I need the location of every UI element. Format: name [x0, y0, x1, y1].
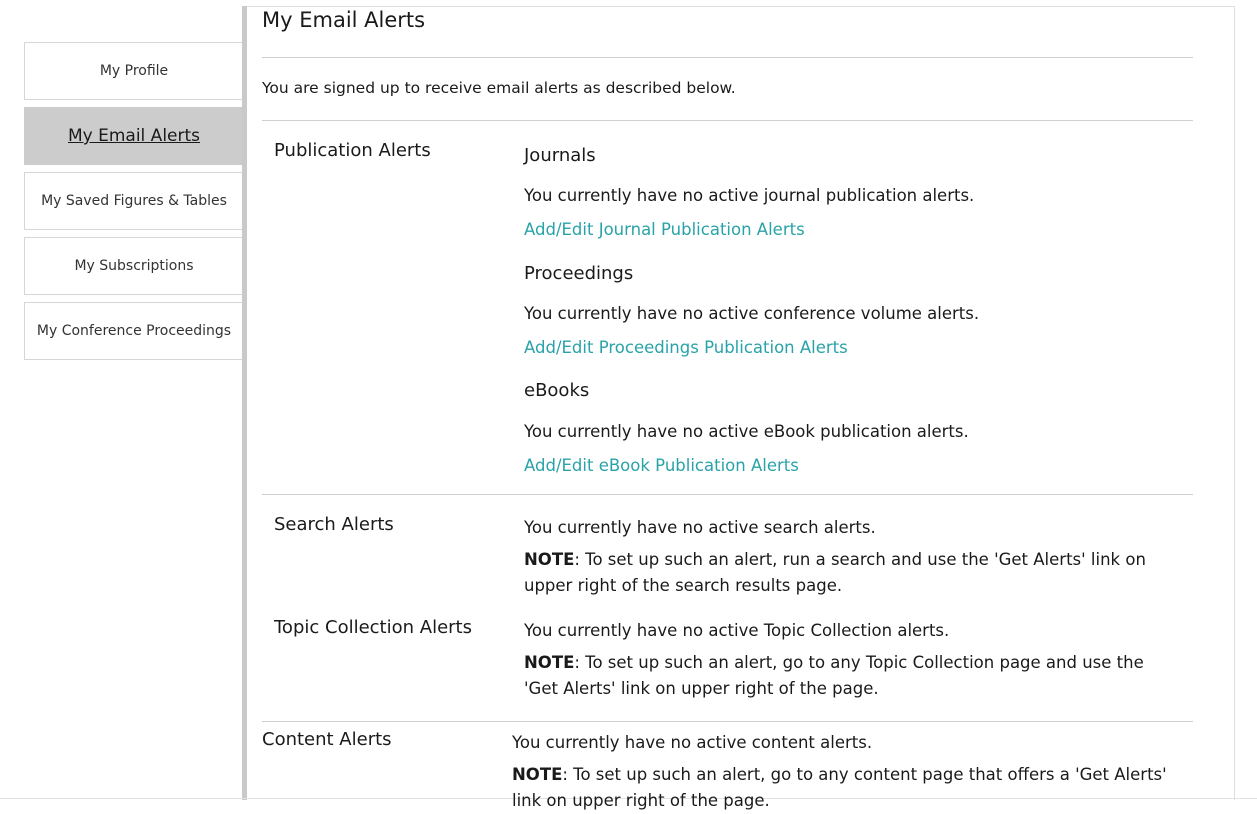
content-alerts-status: You currently have no active content ale… [512, 733, 873, 752]
note-text: : To set up such an alert, run a search … [524, 550, 1146, 595]
content-alerts-title: Content Alerts [262, 729, 392, 750]
ebooks-status: You currently have no active eBook publi… [524, 422, 969, 441]
divider [262, 57, 1193, 58]
topic-collection-alerts-note: NOTE: To set up such an alert, go to any… [524, 650, 1174, 702]
search-alerts-note: NOTE: To set up such an alert, run a sea… [524, 547, 1174, 599]
proceedings-heading: Proceedings [524, 263, 634, 284]
journals-heading: Journals [524, 145, 596, 166]
topic-collection-alerts-status: You currently have no active Topic Colle… [524, 621, 950, 640]
note-label: NOTE [524, 653, 575, 672]
note-label: NOTE [512, 765, 563, 784]
divider [262, 120, 1193, 121]
sidebar-item-my-subscriptions[interactable]: My Subscriptions [24, 237, 244, 295]
account-sidebar: My Profile My Email Alerts My Saved Figu… [24, 42, 244, 367]
ebooks-heading: eBooks [524, 380, 590, 401]
add-edit-journal-alerts-link[interactable]: Add/Edit Journal Publication Alerts [524, 220, 805, 239]
topic-collection-alerts-title: Topic Collection Alerts [274, 617, 472, 638]
sidebar-item-label: My Profile [99, 63, 169, 79]
note-label: NOTE [524, 550, 575, 569]
divider [262, 494, 1193, 495]
page-title: My Email Alerts [262, 8, 426, 32]
search-alerts-title: Search Alerts [274, 514, 394, 535]
search-alerts-status: You currently have no active search aler… [524, 518, 876, 537]
divider [262, 721, 1193, 722]
journals-status: You currently have no active journal pub… [524, 186, 975, 205]
sidebar-item-label: My Saved Figures & Tables [41, 193, 227, 209]
sidebar-item-label: My Conference Proceedings [36, 323, 232, 339]
sidebar-item-label: My Subscriptions [74, 258, 194, 274]
sidebar-item-my-conference-proceedings[interactable]: My Conference Proceedings [24, 302, 244, 360]
sidebar-item-my-saved-figures-tables[interactable]: My Saved Figures & Tables [24, 172, 244, 230]
intro-text: You are signed up to receive email alert… [262, 79, 736, 97]
sidebar-item-label: My Email Alerts [67, 126, 201, 146]
add-edit-ebook-alerts-link[interactable]: Add/Edit eBook Publication Alerts [524, 456, 799, 475]
proceedings-status: You currently have no active conference … [524, 304, 980, 323]
content-alerts-note: NOTE: To set up such an alert, go to any… [512, 762, 1177, 814]
note-text: : To set up such an alert, go to any con… [512, 765, 1167, 810]
publication-alerts-title: Publication Alerts [274, 140, 431, 161]
add-edit-proceedings-alerts-link[interactable]: Add/Edit Proceedings Publication Alerts [524, 338, 848, 357]
note-text: : To set up such an alert, go to any Top… [524, 653, 1144, 698]
sidebar-item-my-profile[interactable]: My Profile [24, 42, 244, 100]
sidebar-item-my-email-alerts[interactable]: My Email Alerts [24, 107, 244, 165]
